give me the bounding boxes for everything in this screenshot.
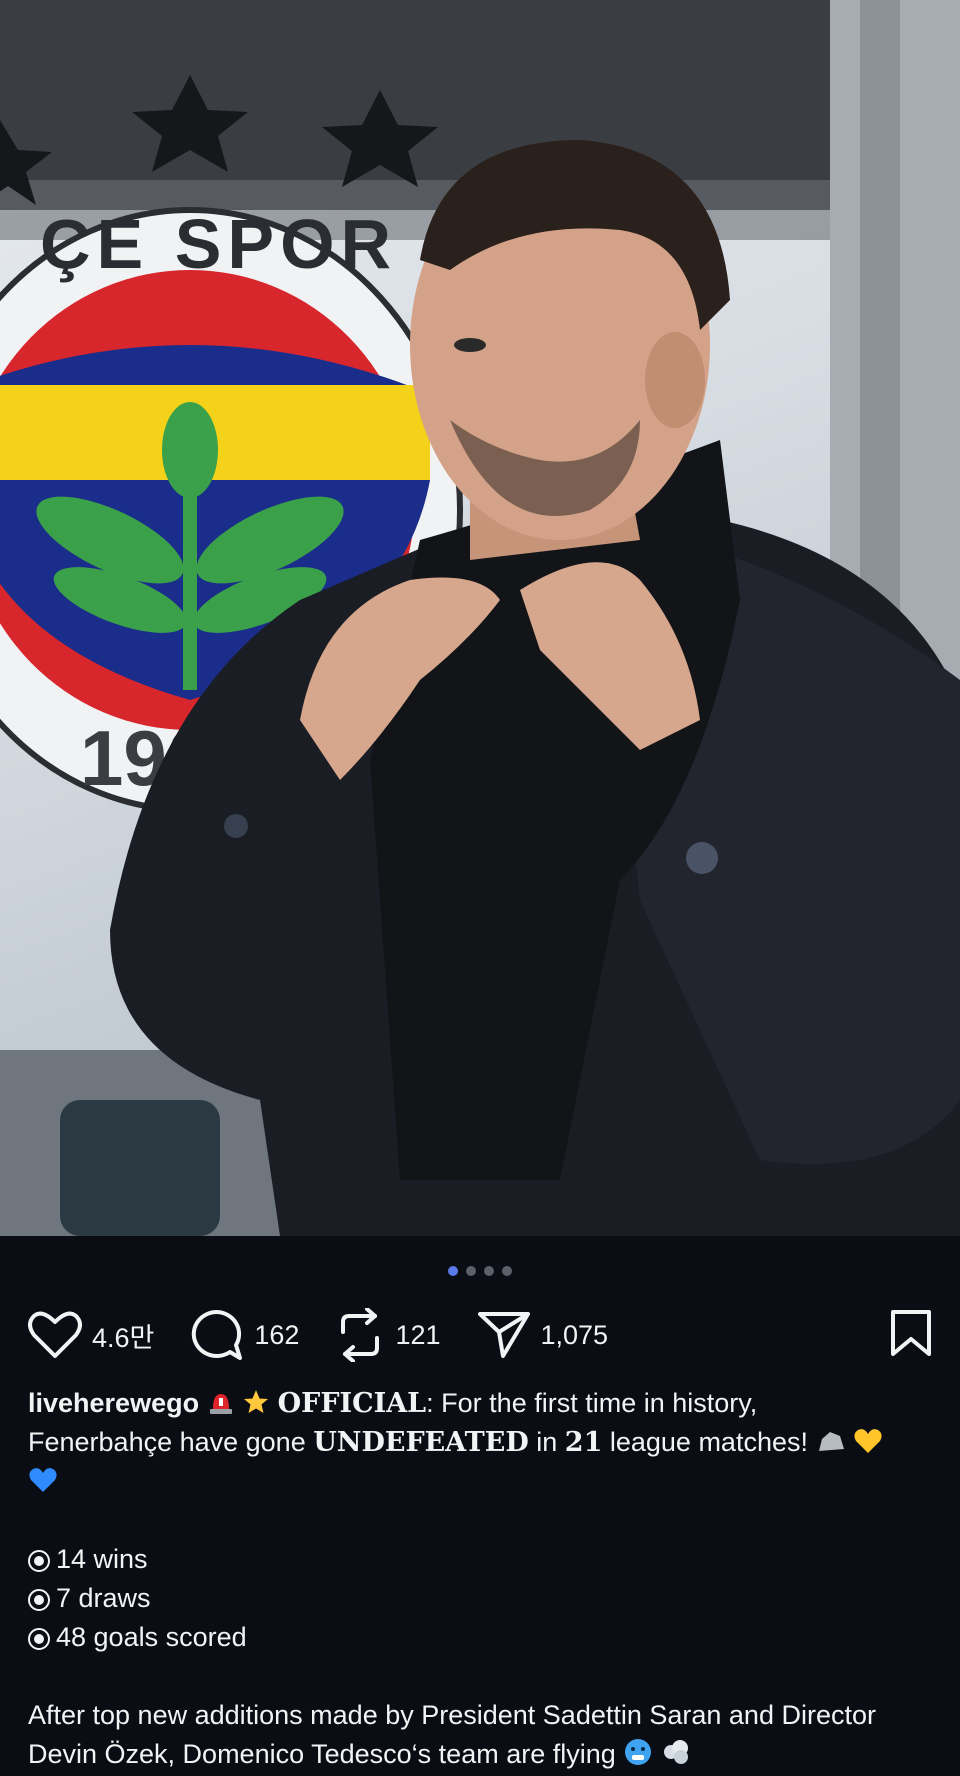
stat-goals-text: 48 goals scored	[56, 1622, 247, 1652]
yellow-heart-emoji-icon	[854, 1429, 882, 1453]
official-label: OFFICIAL	[277, 1388, 427, 1419]
caption-line2-mid: in	[528, 1427, 565, 1457]
carousel-dot-2[interactable]	[466, 1266, 476, 1276]
cold-face-emoji-icon	[625, 1739, 652, 1765]
repost-count: 121	[395, 1319, 441, 1350]
post-photo-illustration: ÇE SPOR 190	[0, 0, 960, 1236]
stat-item-wins: 14 wins	[28, 1540, 932, 1579]
caption-line2-pre: Fenerbahçe have gone	[28, 1427, 314, 1457]
rock-emoji-icon	[818, 1432, 844, 1451]
repost-action[interactable]: 121	[335, 1308, 441, 1362]
carousel-indicator[interactable]	[0, 1264, 960, 1278]
post-image[interactable]: ÇE SPOR 190	[0, 0, 960, 1236]
share-action[interactable]: 1,075	[477, 1310, 609, 1360]
bookmark-action[interactable]	[890, 1309, 932, 1362]
caption-intro: liveherewego OFFICIAL: For the first tim…	[28, 1384, 932, 1501]
carousel-dot-3[interactable]	[484, 1266, 494, 1276]
stat-item-draws: 7 draws	[28, 1579, 932, 1618]
comment-count: 162	[254, 1319, 300, 1350]
heart-icon[interactable]	[28, 1310, 82, 1360]
stat-wins-text: 14 wins	[56, 1544, 148, 1574]
carousel-dot-1[interactable]	[448, 1266, 458, 1276]
blue-heart-emoji-icon	[29, 1468, 57, 1492]
post-actions-bar: 4.6만 162 121 1,075	[28, 1305, 932, 1365]
like-action[interactable]: 4.6만	[28, 1310, 154, 1360]
like-count: 4.6만	[92, 1322, 155, 1353]
caption-paragraph-text: After top new additions made by Presiden…	[28, 1700, 876, 1769]
caption-line1: : For the first time in history,	[426, 1388, 758, 1418]
crest-text-top: ÇE SPOR	[40, 205, 397, 283]
bookmark-icon[interactable]	[890, 1309, 932, 1357]
carousel-dot-4[interactable]	[502, 1266, 512, 1276]
dash-emoji-icon	[663, 1740, 688, 1764]
stat-draws-text: 7 draws	[56, 1583, 151, 1613]
repost-icon[interactable]	[335, 1308, 385, 1362]
caption-line2-post: league matches!	[602, 1427, 808, 1457]
post-caption: liveherewego OFFICIAL: For the first tim…	[28, 1384, 932, 1774]
stat-item-goals: 48 goals scored	[28, 1618, 932, 1657]
undefeated-label: UNDEFEATED	[313, 1427, 529, 1458]
caption-paragraph: After top new additions made by Presiden…	[28, 1696, 932, 1774]
comment-action[interactable]: 162	[190, 1308, 299, 1362]
share-count: 1,075	[540, 1319, 609, 1350]
radio-bullet-icon	[28, 1550, 50, 1572]
send-icon[interactable]	[477, 1310, 531, 1360]
matches-number: 21	[564, 1427, 603, 1458]
comment-icon[interactable]	[190, 1308, 244, 1362]
username-link[interactable]: liveherewego	[28, 1388, 199, 1418]
radio-bullet-icon	[28, 1589, 50, 1611]
radio-bullet-icon	[28, 1628, 50, 1650]
siren-emoji-icon	[209, 1394, 232, 1414]
star-emoji-icon	[244, 1390, 269, 1413]
